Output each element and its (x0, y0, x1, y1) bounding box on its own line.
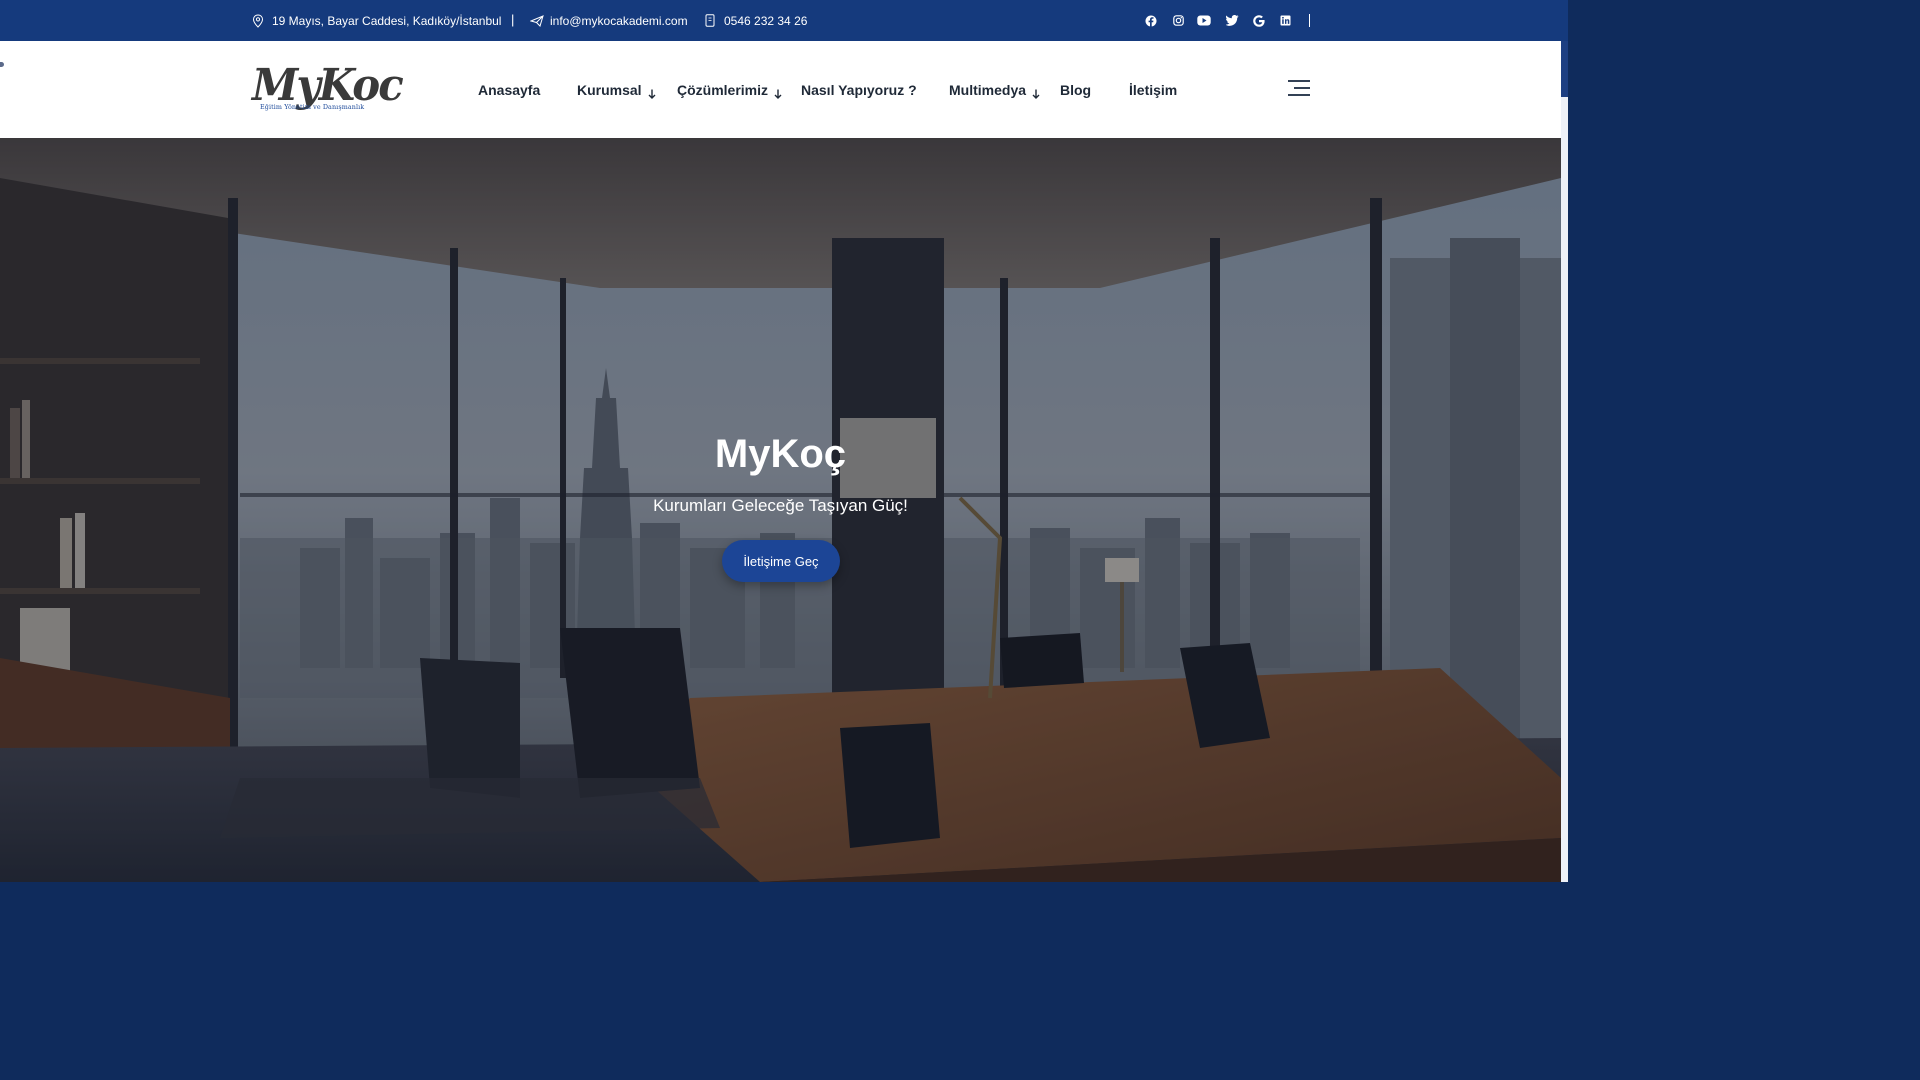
arrow-down-icon (648, 89, 656, 99)
twitter-icon[interactable] (1224, 0, 1240, 41)
phone-link[interactable]: 0546 232 34 26 (724, 14, 807, 28)
nav-item-anasayfa[interactable]: Anasayfa (478, 41, 540, 138)
instagram-icon[interactable] (1170, 0, 1186, 41)
nav-link-nasil-yapiyoruz[interactable]: Nasıl Yapıyoruz ? (801, 82, 917, 98)
arrow-down-icon (774, 89, 782, 99)
nav-link-iletisim[interactable]: İletişim (1129, 82, 1177, 98)
menu-hamburger-icon[interactable] (1288, 80, 1310, 96)
site-logo[interactable]: MyKoc Eğitim Yönetim ve Danışmanlık (252, 63, 404, 119)
nav-item-nasil-yapiyoruz[interactable]: Nasıl Yapıyoruz ? (801, 41, 917, 138)
phone-item[interactable]: 0546 232 34 26 (705, 0, 807, 41)
nav-link-kurumsal[interactable]: Kurumsal (577, 82, 642, 98)
topbar-divider (1309, 14, 1310, 27)
side-dot-decoration (0, 62, 4, 67)
paper-plane-icon (530, 14, 544, 27)
location-pin-icon (252, 13, 264, 28)
youtube-icon[interactable] (1196, 0, 1212, 41)
topbar-separator: | (511, 12, 515, 27)
main-header: MyKoc Eğitim Yönetim ve Danışmanlık Anas… (0, 41, 1561, 138)
email-item[interactable]: info@mykocakademi.com (530, 0, 688, 41)
hero-subtitle: Kurumları Geleceğe Taşıyan Güç! (653, 496, 908, 515)
nav-item-cozumlerimiz[interactable]: Çözümlerimiz (677, 41, 782, 138)
hero-section: MyKoç Kurumları Geleceğe Taşıyan Güç! İl… (0, 138, 1561, 882)
address-text: 19 Mayıs, Bayar Caddesi, Kadıköy/İstanbu… (272, 13, 502, 28)
scrollbar-track[interactable] (1561, 41, 1568, 882)
facebook-icon[interactable] (1143, 0, 1159, 41)
nav-link-anasayfa[interactable]: Anasayfa (478, 82, 540, 98)
hero-title: MyKoç (714, 432, 847, 476)
contact-cta-button[interactable]: İletişime Geç (722, 540, 840, 582)
nav-link-blog[interactable]: Blog (1060, 82, 1091, 98)
email-link[interactable]: info@mykocakademi.com (550, 14, 688, 28)
scrollbar-thumb[interactable] (1561, 41, 1568, 97)
nav-item-multimedya[interactable]: Multimedya (949, 41, 1040, 138)
nav-link-cozumlerimiz[interactable]: Çözümlerimiz (677, 82, 768, 98)
address-item: 19 Mayıs, Bayar Caddesi, Kadıköy/İstanbu… (252, 0, 501, 41)
google-icon[interactable] (1251, 0, 1267, 41)
arrow-down-icon (1032, 89, 1040, 99)
nav-item-blog[interactable]: Blog (1060, 41, 1091, 138)
nav-item-kurumsal[interactable]: Kurumsal (577, 41, 656, 138)
nav-link-multimedya[interactable]: Multimedya (949, 82, 1026, 98)
top-info-bar: 19 Mayıs, Bayar Caddesi, Kadıköy/İstanbu… (0, 0, 1568, 41)
linkedin-icon[interactable] (1277, 0, 1293, 41)
logo-tagline: Eğitim Yönetim ve Danışmanlık (260, 103, 365, 111)
phone-icon (705, 14, 715, 27)
nav-item-iletisim[interactable]: İletişim (1129, 41, 1177, 138)
